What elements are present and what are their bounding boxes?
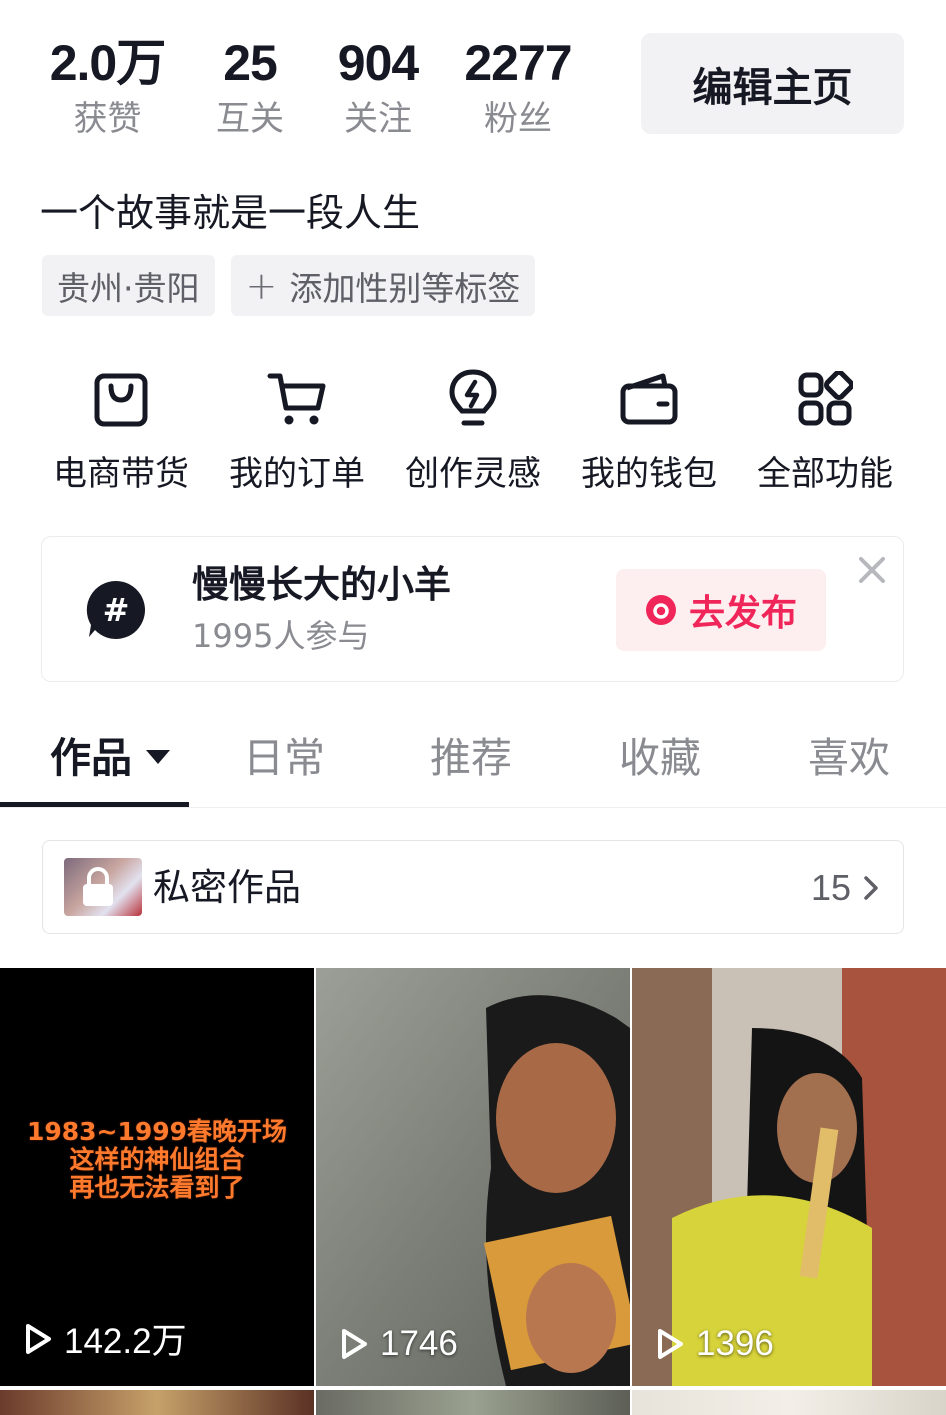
video-thumbnail[interactable] [316, 1390, 630, 1415]
topic-participants: 1995人参与 [192, 617, 370, 655]
private-works-row[interactable]: 私密作品 15 [42, 840, 904, 934]
close-icon[interactable] [855, 553, 889, 587]
topic-title: 慢慢长大的小羊 [192, 563, 451, 606]
func-inspiration[interactable]: 创作灵感 [385, 366, 561, 496]
tab-works-label: 作品 [50, 734, 132, 782]
stat-likes[interactable]: 2.0万 获赞 [40, 34, 175, 142]
tab-likes[interactable]: 喜欢 [808, 730, 890, 786]
func-all[interactable]: 全部功能 [737, 366, 913, 496]
video-views-count: 1396 [696, 1324, 774, 1363]
func-ecommerce[interactable]: 电商带货 [33, 366, 209, 496]
quick-functions: 电商带货 我的订单 创作灵感 我的钱包 全部功能 [33, 366, 913, 496]
video-thumbnail[interactable]: 1746 [316, 968, 630, 1386]
likes-count: 2.0万 [49, 35, 167, 91]
private-works-label: 私密作品 [153, 866, 301, 909]
dropdown-triangle-icon [146, 750, 170, 764]
tab-recommend[interactable]: 推荐 [430, 730, 512, 786]
wallet-icon [616, 366, 682, 432]
profile-bio: 一个故事就是一段人生 [40, 191, 421, 235]
active-tab-indicator [0, 802, 189, 807]
private-works-thumbnail [64, 858, 142, 916]
video-caption-line: 这样的神仙组合 [69, 1145, 245, 1174]
stat-fans[interactable]: 2277 粉丝 [458, 34, 578, 142]
video-views: 1396 [652, 1324, 774, 1364]
video-caption-line: 再也无法看到了 [69, 1173, 245, 1202]
func-orders[interactable]: 我的订单 [209, 366, 385, 496]
publish-label: 去发布 [688, 593, 797, 634]
camera-icon [645, 595, 676, 625]
hashtag-icon: # [85, 579, 147, 641]
topic-card[interactable]: # 慢慢长大的小羊 1995人参与 去发布 [41, 536, 904, 682]
likes-label: 获赞 [73, 99, 142, 139]
fans-count: 2277 [464, 35, 572, 91]
private-works-count: 15 [810, 867, 851, 908]
following-count: 904 [337, 35, 419, 91]
lock-icon [83, 867, 113, 906]
add-tag-label: 添加性别等标签 [289, 268, 521, 308]
play-count-icon [658, 1329, 683, 1359]
func-wallet[interactable]: 我的钱包 [561, 366, 737, 496]
tab-daily[interactable]: 日常 [243, 730, 325, 786]
cart-icon [264, 366, 330, 432]
video-views-count: 1746 [380, 1324, 458, 1363]
tab-works[interactable]: 作品 [50, 730, 170, 786]
video-views: 1746 [336, 1324, 458, 1364]
publish-button[interactable]: 去发布 [616, 569, 826, 651]
profile-tags: 贵州·贵阳 + 添加性别等标签 [42, 255, 536, 316]
svg-text:#: # [103, 591, 130, 629]
video-caption-line: 1983~1999春晚开场 [26, 1117, 288, 1146]
profile-stats: 2.0万 获赞 25 互关 904 关注 2277 粉丝 [40, 34, 578, 142]
content-tabs: 作品 日常 推荐 收藏 喜欢 [0, 722, 946, 808]
video-views-count: 142.2万 [64, 1322, 187, 1361]
func-wallet-label: 我的钱包 [581, 454, 717, 494]
video-thumbnail[interactable] [632, 1390, 946, 1415]
lightbulb-icon [440, 366, 506, 432]
play-count-icon [342, 1329, 367, 1359]
mutual-count: 25 [223, 35, 278, 91]
video-thumbnail[interactable] [0, 1390, 314, 1415]
edit-profile-button[interactable]: 编辑主页 [641, 33, 904, 134]
fans-label: 粉丝 [484, 99, 552, 139]
grid-apps-icon [792, 366, 858, 432]
tab-favorites[interactable]: 收藏 [619, 730, 701, 786]
video-caption: 1983~1999春晚开场 这样的神仙组合 再也无法看到了 [0, 1118, 314, 1202]
video-views: 142.2万 [20, 1313, 187, 1364]
func-all-label: 全部功能 [757, 454, 893, 494]
play-count-icon [26, 1323, 51, 1354]
following-label: 关注 [344, 99, 412, 139]
func-ecommerce-label: 电商带货 [53, 454, 189, 494]
shopping-bag-icon [88, 366, 154, 432]
add-tag-button[interactable]: + 添加性别等标签 [230, 255, 536, 316]
video-thumbnail[interactable]: 1983~1999春晚开场 这样的神仙组合 再也无法看到了 142.2万 [0, 968, 314, 1386]
location-tag-label: 贵州·贵阳 [57, 268, 200, 308]
func-inspiration-label: 创作灵感 [405, 454, 541, 494]
mutual-label: 互关 [216, 99, 284, 139]
stat-following[interactable]: 904 关注 [328, 34, 428, 142]
stat-mutual[interactable]: 25 互关 [205, 34, 295, 142]
plus-icon: + [245, 263, 278, 308]
location-tag[interactable]: 贵州·贵阳 [42, 255, 215, 316]
func-orders-label: 我的订单 [229, 454, 365, 494]
chevron-right-icon [864, 876, 878, 900]
video-thumbnail[interactable]: 1396 [632, 968, 946, 1386]
